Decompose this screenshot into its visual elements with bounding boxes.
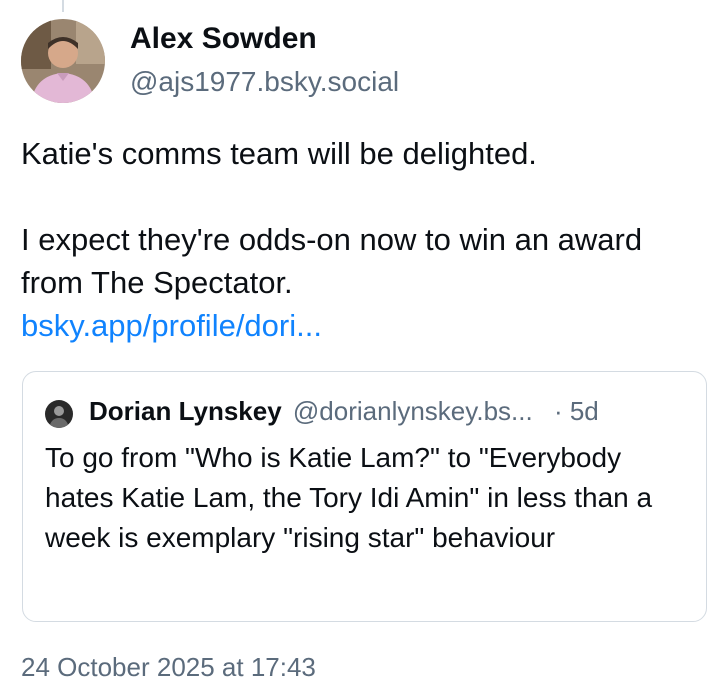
quoted-author-handle[interactable]: @dorianlynskey.bs... bbox=[293, 396, 533, 426]
quoted-author-avatar-image bbox=[45, 400, 73, 428]
quoted-author-avatar[interactable] bbox=[45, 400, 73, 428]
quoted-post-card[interactable]: Dorian Lynskey @dorianlynskey.bs... · 5d… bbox=[22, 371, 707, 622]
post-body: Katie's comms team will be delighted. I … bbox=[21, 132, 711, 347]
author-avatar-image bbox=[21, 19, 105, 103]
quoted-post-time: · 5d bbox=[553, 396, 599, 426]
post-text-line: Katie's comms team will be delighted. bbox=[21, 136, 537, 171]
post-text-line: I expect they're odds-on now to win an a… bbox=[21, 222, 643, 300]
author-display-name[interactable]: Alex Sowden bbox=[130, 22, 317, 56]
thread-connector-line bbox=[62, 0, 64, 12]
author-handle[interactable]: @ajs1977.bsky.social bbox=[130, 66, 399, 98]
author-avatar[interactable] bbox=[21, 19, 105, 103]
quoted-author-name[interactable]: Dorian Lynskey bbox=[89, 396, 282, 426]
post-link[interactable]: bsky.app/profile/dori... bbox=[21, 308, 322, 343]
post-timestamp: 24 October 2025 at 17:43 bbox=[21, 652, 316, 682]
quoted-post-text: To go from "Who is Katie Lam?" to "Every… bbox=[45, 442, 653, 553]
post-text-spacer bbox=[21, 175, 711, 218]
quoted-post-header: Dorian Lynskey @dorianlynskey.bs... · 5d bbox=[89, 396, 599, 427]
